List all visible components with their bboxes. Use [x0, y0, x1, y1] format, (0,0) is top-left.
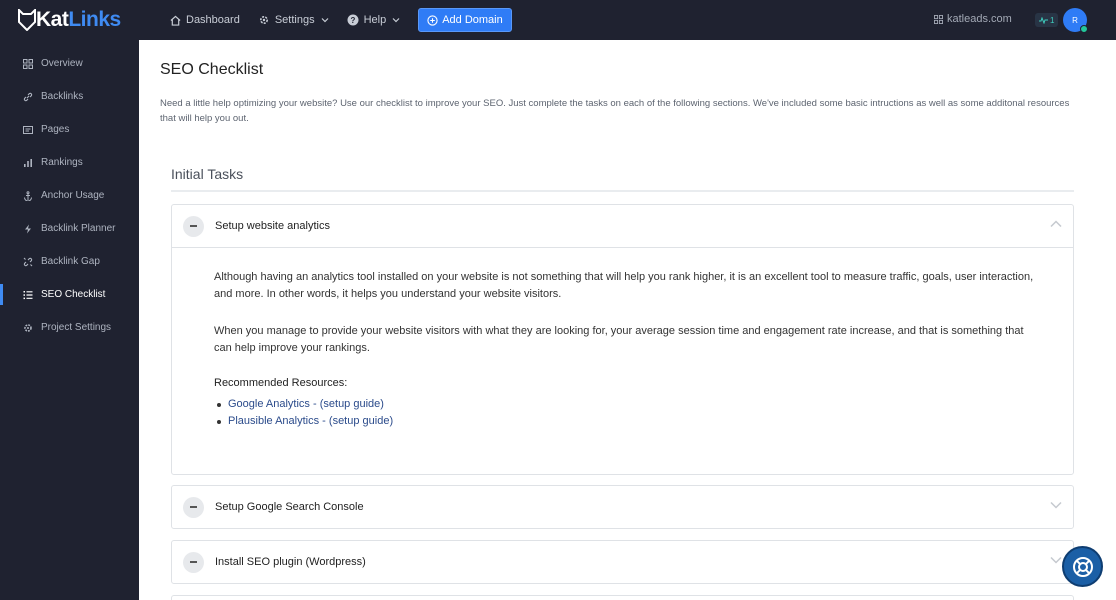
task-header[interactable]: Install SEO plugin (Wordpress) — [172, 541, 1073, 583]
sidebar-item-label: Rankings — [41, 157, 83, 168]
nav-dashboard[interactable]: Dashboard — [170, 14, 240, 26]
sidebar-item-label: Overview — [41, 58, 83, 69]
sidebar-item-label: Backlink Planner — [41, 223, 116, 234]
sidebar-item-backlink-planner[interactable]: Backlink Planner — [0, 212, 139, 245]
task-header[interactable]: Setup website analytics — [172, 205, 1073, 247]
gear-icon — [259, 15, 268, 25]
grid-icon — [23, 58, 33, 69]
resource-link[interactable]: Google Analytics — [228, 398, 310, 410]
chevron-down-icon — [321, 18, 329, 23]
page-icon — [23, 125, 33, 134]
link-icon — [23, 92, 33, 101]
chevron-down-icon[interactable] — [1050, 501, 1062, 509]
online-status-dot — [1080, 25, 1088, 33]
sidebar-item-label: Backlinks — [41, 91, 84, 102]
sidebar-item-project-settings[interactable]: Project Settings — [0, 311, 139, 344]
task-paragraph: Although having an analytics tool instal… — [214, 271, 1034, 300]
setup-guide-link[interactable]: setup guide — [333, 415, 390, 427]
section-title: Initial Tasks — [171, 166, 244, 182]
resources-title: Recommended Resources: — [214, 377, 348, 389]
resource-link[interactable]: Plausible Analytics — [228, 415, 319, 427]
page-intro: Need a little help optimizing your websi… — [160, 98, 1070, 124]
task-accordion — [171, 595, 1074, 600]
task-title: Install SEO plugin (Wordpress) — [215, 556, 366, 568]
resource-item: Google Analytics - (setup guide) — [217, 396, 1031, 413]
nav-settings-label: Settings — [274, 14, 315, 26]
avatar-initial: R — [1072, 15, 1078, 25]
sidebar-item-label: Pages — [41, 124, 70, 135]
section-divider — [171, 190, 1074, 192]
task-title: Setup website analytics — [215, 220, 330, 232]
activity-pulse-icon — [1039, 16, 1048, 24]
home-icon — [170, 15, 181, 26]
sidebar-item-backlinks[interactable]: Backlinks — [0, 80, 139, 113]
plus-circle-icon — [427, 14, 438, 26]
sidebar-item-seo-checklist[interactable]: SEO Checklist — [0, 278, 139, 311]
sidebar-item-pages[interactable]: Pages — [0, 113, 139, 146]
nav-settings[interactable]: Settings — [258, 14, 329, 26]
sidebar: Overview Backlinks Pages Rankings Anchor… — [0, 40, 139, 600]
grid-icon — [934, 14, 943, 24]
project-site-label: katleads.com — [947, 13, 1012, 25]
sidebar-item-label: Anchor Usage — [41, 190, 105, 201]
chevron-down-icon[interactable] — [1050, 556, 1062, 564]
cat-shield-icon — [18, 9, 36, 31]
sidebar-item-anchor-usage[interactable]: Anchor Usage — [0, 179, 139, 212]
nav-help-label: Help — [363, 14, 387, 26]
svg-text:?: ? — [350, 16, 355, 25]
task-header[interactable]: Setup Google Search Console — [172, 486, 1073, 528]
katlinks-logo[interactable]: Kat Links — [18, 8, 121, 32]
setup-guide-link[interactable]: setup guide — [323, 398, 380, 410]
logo-text-kat: Kat — [36, 8, 69, 31]
task-accordion: Setup website analytics Although having … — [171, 204, 1074, 475]
sidebar-item-overview[interactable]: Overview — [0, 47, 139, 80]
add-domain-label: Add Domain — [442, 14, 503, 26]
task-body: Although having an analytics tool instal… — [172, 247, 1073, 474]
project-selector[interactable]: katleads.com — [934, 13, 1012, 25]
task-toggle-button[interactable] — [183, 551, 204, 573]
main-nav: Dashboard Settings ? Help Add Domain — [170, 0, 512, 40]
chevron-up-icon[interactable] — [1050, 220, 1062, 228]
sidebar-item-backlink-gap[interactable]: Backlink Gap — [0, 245, 139, 278]
logo-text-links: Links — [68, 8, 121, 31]
bolt-icon — [25, 224, 31, 233]
page-title: SEO Checklist — [160, 61, 264, 78]
gear-icon — [24, 323, 32, 332]
add-domain-button[interactable]: Add Domain — [418, 8, 512, 32]
support-chat-button[interactable] — [1062, 546, 1103, 587]
nav-help[interactable]: ? Help — [347, 14, 401, 26]
broken-link-icon — [23, 257, 33, 266]
list-icon — [23, 290, 33, 299]
task-title: Setup Google Search Console — [215, 501, 364, 513]
resources-list: Google Analytics - (setup guide) Plausib… — [214, 396, 1031, 430]
resource-item: Plausible Analytics - (setup guide) — [217, 413, 1031, 430]
top-navbar: Kat Links Dashboard Settings ? Help Add … — [0, 0, 1116, 40]
main-content: SEO Checklist Need a little help optimiz… — [139, 40, 1116, 600]
activity-badge[interactable]: 1 — [1035, 13, 1059, 27]
sidebar-item-label: Backlink Gap — [41, 256, 100, 267]
task-paragraph: When you manage to provide your website … — [214, 325, 1024, 354]
task-toggle-button[interactable] — [183, 496, 204, 518]
lifebuoy-icon — [1072, 556, 1093, 577]
anchor-icon — [24, 190, 32, 201]
task-accordion: Install SEO plugin (Wordpress) — [171, 540, 1074, 584]
sidebar-item-rankings[interactable]: Rankings — [0, 146, 139, 179]
sidebar-item-label: SEO Checklist — [41, 289, 106, 300]
task-toggle-button[interactable] — [183, 215, 204, 237]
question-circle-icon: ? — [347, 14, 359, 26]
nav-dashboard-label: Dashboard — [186, 14, 240, 26]
chevron-down-icon — [392, 18, 400, 23]
user-avatar[interactable]: R — [1063, 8, 1088, 33]
sidebar-item-label: Project Settings — [41, 322, 112, 333]
bar-chart-icon — [24, 158, 32, 167]
task-accordion: Setup Google Search Console — [171, 485, 1074, 529]
activity-count: 1 — [1050, 15, 1055, 25]
